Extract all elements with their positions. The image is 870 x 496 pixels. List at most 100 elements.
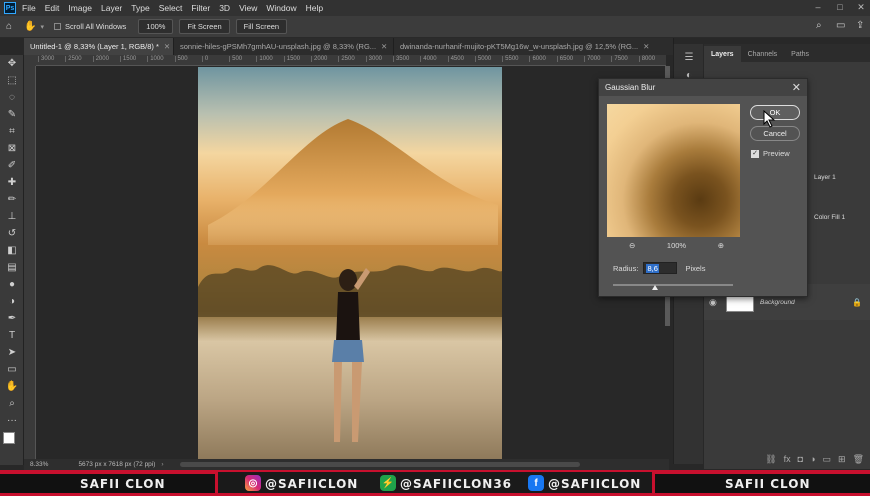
eraser-tool-icon[interactable]: ◧ [0, 242, 24, 259]
foreground-color-swatch[interactable] [3, 432, 15, 444]
fit-screen-button[interactable]: Fit Screen [179, 19, 230, 34]
marquee-tool-icon[interactable]: ⬚ [0, 72, 24, 89]
scroll-all-windows-label: Scroll All Windows [65, 22, 127, 31]
ruler-corner [24, 55, 36, 66]
add-mask-icon[interactable]: ◘ [798, 454, 803, 464]
fx-icon[interactable]: fx [784, 454, 791, 464]
status-arrow-icon[interactable]: › [161, 461, 163, 468]
ruler-tick-label: 2000 [311, 56, 327, 62]
radius-slider-thumb[interactable] [652, 285, 658, 290]
menu-select[interactable]: Select [159, 3, 183, 13]
tab-sonnie-hiles[interactable]: sonnie-hiles-gPSMh7gmhAU-unsplash.jpg @ … [174, 38, 394, 55]
close-dialog-icon[interactable]: ✕ [792, 81, 801, 94]
layer-name: Color Fill 1 [814, 213, 846, 221]
close-tab-icon[interactable]: ✕ [381, 42, 387, 51]
move-tool-icon[interactable]: ✥ [0, 55, 24, 72]
lightning-icon: ⚡ [380, 475, 396, 491]
lock-icon[interactable]: 🔒 [852, 298, 862, 307]
menu-edit[interactable]: Edit [45, 3, 60, 13]
photoshop-logo: Ps [4, 2, 16, 14]
path-selection-tool-icon[interactable]: ➤ [0, 344, 24, 361]
tab-untitled-1[interactable]: Untitled-1 @ 8,33% (Layer 1, RGB/8) * ✕ [24, 38, 174, 55]
workspace-icon[interactable]: ▭ [836, 20, 845, 31]
menu-filter[interactable]: Filter [191, 3, 210, 13]
hand-tool-icon[interactable]: ✋ [0, 378, 24, 395]
menu-image[interactable]: Image [68, 3, 92, 13]
zoom-out-icon[interactable]: ⊖ [629, 241, 635, 250]
ruler-tick-label: 4000 [420, 56, 437, 62]
close-tab-icon[interactable]: ✕ [643, 42, 649, 51]
ruler-tick-label: 8000 [638, 56, 655, 62]
cancel-button[interactable]: Cancel [750, 126, 800, 141]
menu-file[interactable]: File [22, 3, 36, 13]
adjustment-layer-icon[interactable]: ◑ [810, 454, 815, 464]
pen-tool-icon[interactable]: ✒ [0, 310, 24, 327]
search-icon[interactable]: ⌕ [816, 20, 822, 31]
ruler-tick-label: 4500 [447, 56, 464, 62]
brush-tool-icon[interactable]: ✏ [0, 191, 24, 208]
ruler-tick-label: 7500 [611, 56, 628, 62]
fill-screen-button[interactable]: Fill Screen [235, 19, 288, 34]
rectangle-tool-icon[interactable]: ▭ [0, 361, 24, 378]
history-brush-tool-icon[interactable]: ↺ [0, 225, 24, 242]
zoom-100-button[interactable]: 100% [138, 19, 174, 34]
zoom-in-icon[interactable]: ⊕ [718, 241, 724, 250]
more-tools-icon[interactable]: ··· [0, 412, 24, 429]
frame-tool-icon[interactable]: ⊠ [0, 140, 24, 157]
quick-select-tool-icon[interactable]: ✎ [0, 106, 24, 123]
close-tab-icon[interactable]: ✕ [164, 42, 170, 51]
chevron-down-icon[interactable]: ▾ [41, 23, 45, 31]
history-panel-icon[interactable]: ☰ [674, 48, 704, 66]
preview-checkbox[interactable]: ✓ Preview [751, 149, 790, 158]
layers-panel-footer: ⛓ fx ◘ ◑ ▭ ⊞ 🗑 [704, 449, 870, 469]
close-window-icon[interactable]: ✕ [855, 2, 867, 14]
menu-view[interactable]: View [239, 3, 257, 13]
healing-brush-tool-icon[interactable]: ✚ [0, 174, 24, 191]
eyedropper-tool-icon[interactable]: ✐ [0, 157, 24, 174]
tab-label: Untitled-1 @ 8,33% (Layer 1, RGB/8) * [30, 42, 159, 51]
tab-channels[interactable]: Channels [741, 46, 785, 62]
gradient-tool-icon[interactable]: ▤ [0, 259, 24, 276]
tab-layers[interactable]: Layers [704, 46, 741, 62]
status-zoom[interactable]: 8.33% [30, 461, 48, 468]
delete-layer-icon[interactable]: 🗑 [853, 454, 864, 465]
clone-stamp-tool-icon[interactable]: ⊥ [0, 208, 24, 225]
ruler-tick-label: 1500 [119, 56, 136, 62]
crop-tool-icon[interactable]: ⌗ [0, 123, 24, 140]
eye-visibility-icon[interactable]: ◉ [709, 297, 717, 308]
vertical-ruler [24, 66, 36, 459]
menu-type[interactable]: Type [131, 3, 149, 13]
link-layers-icon[interactable]: ⛓ [765, 454, 776, 465]
color-swatches-icon[interactable] [0, 429, 24, 459]
ruler-tick-label: 2500 [65, 56, 82, 62]
lasso-tool-icon[interactable]: ◌ [0, 89, 24, 106]
home-icon[interactable]: ⌂ [6, 21, 12, 32]
share-icon[interactable]: ⇪ [856, 20, 864, 31]
new-group-icon[interactable]: ▭ [823, 454, 832, 465]
blur-tool-icon[interactable]: ● [0, 276, 24, 293]
ruler-tick-label: 5500 [502, 56, 519, 62]
preview-label: Preview [763, 149, 790, 158]
menu-window[interactable]: Window [266, 3, 296, 13]
radius-input[interactable]: 8,6 [643, 262, 678, 274]
dodge-tool-icon[interactable]: ◑ [0, 293, 24, 310]
zoom-tool-icon[interactable]: ⌕ [0, 395, 24, 412]
blur-preview[interactable] [607, 104, 740, 237]
new-layer-icon[interactable]: ⊞ [838, 454, 846, 465]
document-image[interactable] [198, 67, 502, 459]
tab-dwinanda-nurhanif[interactable]: dwinanda-nurhanif-mujito-pKT5Mg16w_w-uns… [394, 38, 674, 55]
mountain-illustration [208, 119, 498, 245]
banner-instagram-handle: @SAFIICLON [265, 477, 359, 491]
hand-tool-icon[interactable]: ✋ [24, 21, 36, 32]
maximize-icon[interactable]: □ [834, 2, 846, 14]
type-tool-icon[interactable]: T [0, 327, 24, 344]
document-tab-bar: Untitled-1 @ 8,33% (Layer 1, RGB/8) * ✕ s… [24, 38, 674, 55]
tab-paths[interactable]: Paths [784, 46, 816, 62]
menu-3d[interactable]: 3D [219, 3, 230, 13]
radius-slider-track[interactable] [613, 284, 733, 286]
scroll-all-windows-checkbox[interactable]: Scroll All Windows [54, 22, 126, 31]
menu-layer[interactable]: Layer [101, 3, 122, 13]
menu-help[interactable]: Help [306, 3, 323, 13]
horizontal-scrollbar[interactable] [180, 462, 580, 467]
minimize-icon[interactable]: – [812, 2, 824, 14]
